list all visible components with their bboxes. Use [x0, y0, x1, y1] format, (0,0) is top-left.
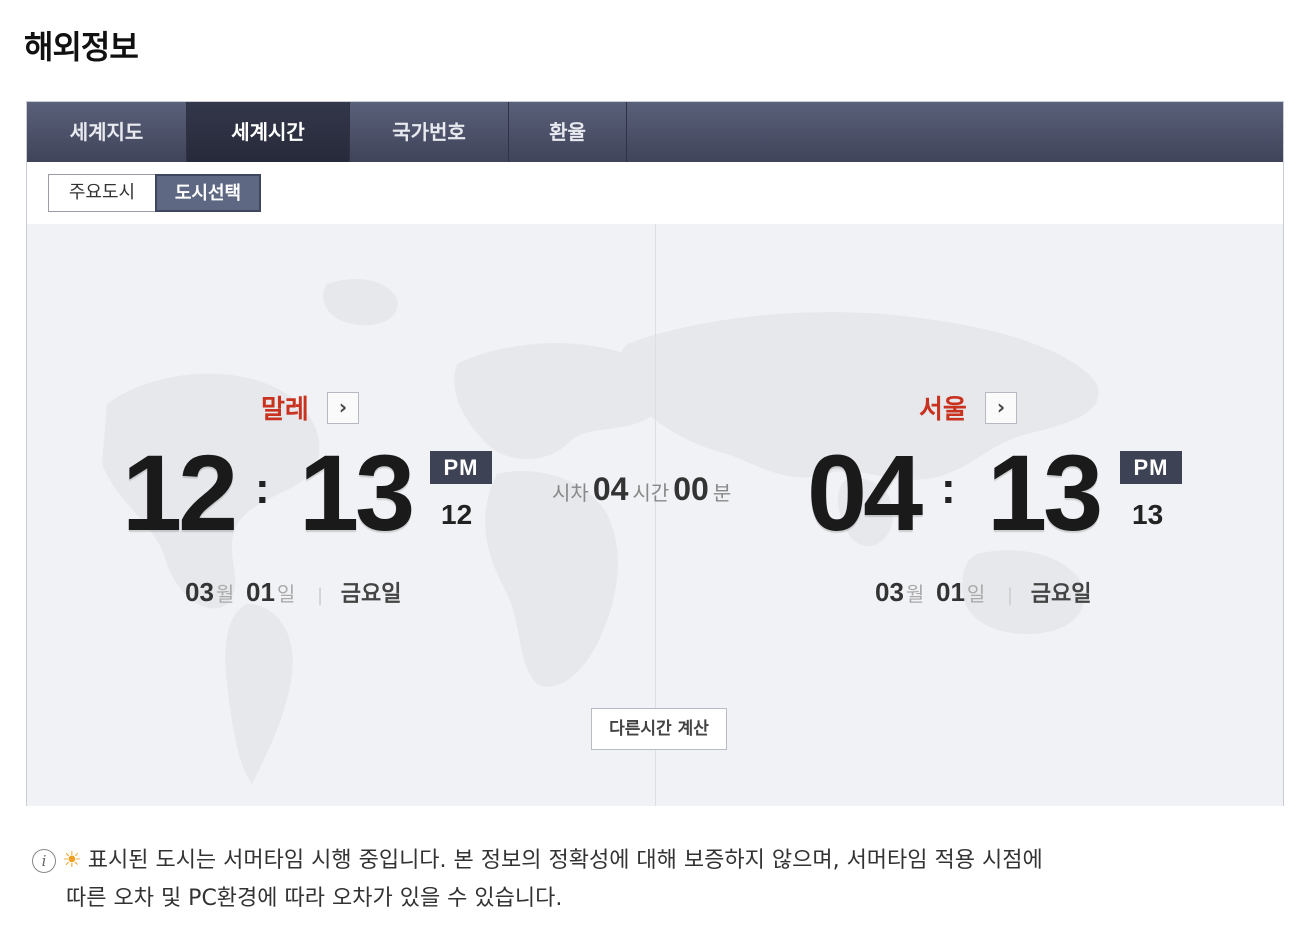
- time-diff-minutes: 00: [673, 471, 709, 507]
- right-city-name[interactable]: 서울: [919, 389, 967, 426]
- date-separator: |: [317, 585, 324, 606]
- right-city-chevron-right-icon[interactable]: ›: [985, 392, 1017, 424]
- time-diff-hours-unit: 시간: [632, 481, 670, 505]
- right-hour: 04: [807, 432, 923, 553]
- tab-exchange-rate[interactable]: 환율: [509, 102, 627, 162]
- left-month: 03: [185, 577, 214, 607]
- world-time-widget: 세계지도 세계시간 국가번호 환율 주요도시 도시선택 말레 › 12 : 13…: [26, 101, 1284, 806]
- right-weekday: 금요일: [1030, 582, 1092, 607]
- right-month-unit: 월: [905, 582, 925, 606]
- right-month: 03: [875, 577, 904, 607]
- notice-line-2: 따른 오차 및 PC환경에 따라 오차가 있을 수 있습니다.: [66, 886, 563, 911]
- left-ampm-badge: PM: [430, 451, 492, 484]
- subtab-main-cities[interactable]: 주요도시: [48, 174, 156, 212]
- tab-bar: 세계지도 세계시간 국가번호 환율: [27, 102, 1283, 163]
- sub-tab-bar: 주요도시 도시선택: [27, 162, 1283, 225]
- notice-text-1: 표시된 도시는 서머타임 시행 중입니다. 본 정보의 정확성에 대해 보증하지…: [87, 848, 1043, 873]
- left-minute: 13: [299, 432, 415, 553]
- left-weekday: 금요일: [340, 582, 402, 607]
- left-colon: :: [255, 464, 270, 513]
- left-day-unit: 일: [276, 582, 296, 606]
- page-title: 해외정보: [24, 28, 139, 66]
- tab-world-map[interactable]: 세계지도: [27, 102, 187, 162]
- left-month-unit: 월: [215, 582, 235, 606]
- left-hour: 12: [122, 432, 238, 553]
- left-day: 01: [246, 577, 275, 607]
- right-seconds: 13: [1132, 499, 1164, 530]
- left-city-chevron-right-icon[interactable]: ›: [327, 392, 359, 424]
- left-seconds: 12: [441, 499, 473, 530]
- right-minute: 13: [987, 432, 1103, 553]
- summer-time-notice: i ☀ 표시된 도시는 서머타임 시행 중입니다. 본 정보의 정확성에 대해 보증…: [32, 842, 1282, 918]
- time-diff-label: 시차: [552, 481, 589, 505]
- calculate-other-time-button[interactable]: 다른시간 계산: [591, 708, 727, 750]
- left-date: 03 월 01 일 | 금요일: [185, 576, 401, 608]
- world-map-background: 말레 › 12 : 13 PM 12 03 월 01 일 | 금요일 시차 04 시간 0…: [27, 224, 1283, 806]
- tab-world-time[interactable]: 세계시간: [187, 102, 350, 162]
- subtab-city-select[interactable]: 도시선택: [155, 174, 261, 212]
- info-icon: i: [32, 849, 56, 873]
- right-day-unit: 일: [966, 582, 986, 606]
- tab-country-code[interactable]: 국가번호: [350, 102, 509, 162]
- right-day: 01: [936, 577, 965, 607]
- time-difference: 시차 04 시간 00 분: [552, 471, 731, 508]
- time-diff-hours: 04: [592, 471, 629, 507]
- right-date: 03 월 01 일 | 금요일: [875, 576, 1091, 608]
- date-separator: |: [1007, 585, 1014, 606]
- notice-line-1: i ☀ 표시된 도시는 서머타임 시행 중입니다. 본 정보의 정확성에 대해 보증…: [32, 842, 1282, 880]
- sun-icon: ☀: [62, 848, 82, 873]
- right-colon: :: [941, 464, 956, 513]
- time-diff-minutes-unit: 분: [712, 481, 732, 505]
- right-ampm-badge: PM: [1120, 451, 1182, 484]
- left-city-name[interactable]: 말레: [261, 389, 309, 426]
